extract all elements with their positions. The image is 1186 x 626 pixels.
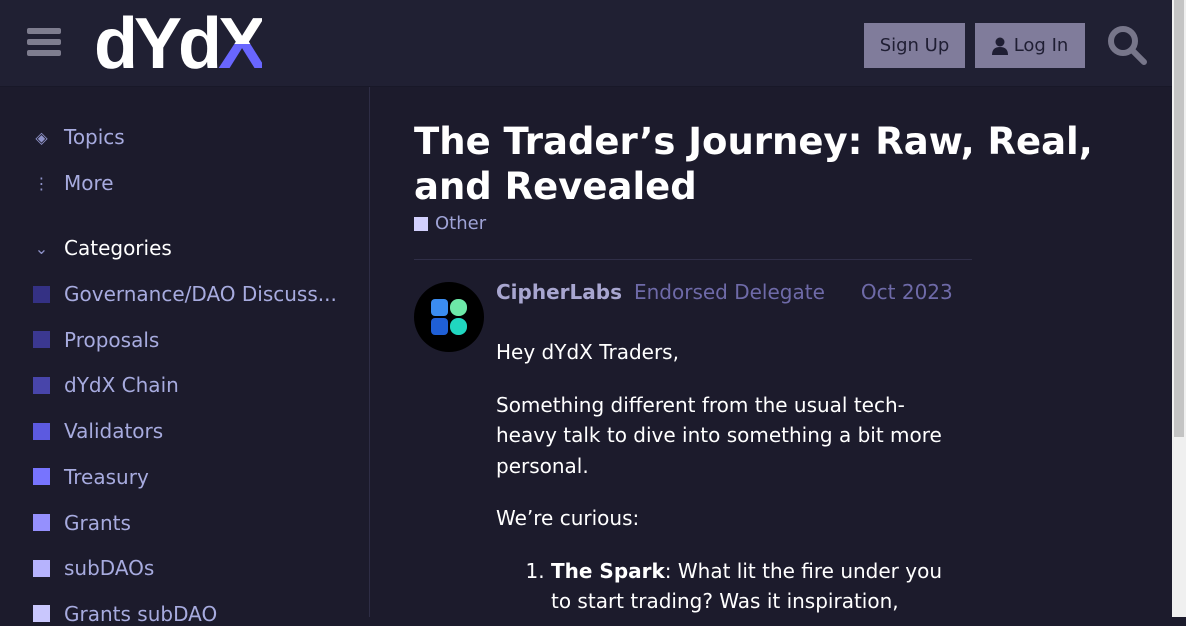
list-item-heading: The Spark [551,558,665,583]
category-label: Treasury [64,464,149,489]
topics-label: Topics [64,125,125,149]
sidebar-category-item[interactable]: Validators [33,419,163,443]
category-badge[interactable]: Other [414,213,486,234]
post-username[interactable]: CipherLabs [496,280,622,304]
sidebar: ◈ Topics ⋮ More ⌄ Categories Governance/DAO… [0,87,370,626]
sidebar-category-item[interactable]: Grants [33,511,131,535]
category-color-square [33,376,50,394]
chevron-down-icon: ⌄ [34,238,49,258]
category-color-square [33,285,50,303]
category-color-square [33,422,50,440]
sidebar-category-item[interactable]: Governance/DAO Discuss... [33,282,337,306]
divider [414,259,972,260]
layers-icon: ◈ [35,127,48,147]
log-in-button[interactable]: Log In [975,23,1085,68]
avatar[interactable] [414,282,484,352]
sidebar-category-item[interactable]: Grants subDAO [33,602,217,626]
category-label: Validators [64,419,164,444]
post-greeting: Hey dYdX Traders, [496,340,679,364]
sign-up-button[interactable]: Sign Up [864,23,965,68]
post-date[interactable]: Oct 2023 [861,280,953,304]
category-color-square [33,331,50,349]
category-color-square [33,605,50,623]
list-item: The Spark: What lit the fire under you t… [551,556,956,617]
sidebar-category-item[interactable]: subDAOs [33,556,154,580]
sidebar-category-item[interactable]: dYdX Chain [33,373,179,397]
category-label: subDAOs [64,556,155,581]
post-curious: We’re curious: [496,506,640,530]
scrollbar-thumb[interactable] [1174,0,1184,437]
category-label: Other [435,213,487,234]
sidebar-category-item[interactable]: Proposals [33,328,159,352]
category-color-square [33,468,50,486]
post-intro: Something different from the usual tech-… [496,392,942,478]
cipherlabs-logo-icon [431,299,467,335]
user-title: Endorsed Delegate [633,280,825,304]
category-color-square [414,216,428,231]
search-icon[interactable] [1106,24,1148,66]
sidebar-item-topics[interactable]: ◈ Topics [33,125,125,149]
hamburger-menu-icon[interactable] [27,28,61,58]
dydx-logo[interactable]: dYdX [94,8,266,80]
topic-title: The Trader’s Journey: Raw, Real, and Rev… [414,120,1093,208]
category-label: Proposals [64,327,160,352]
sidebar-category-item[interactable]: Treasury [33,465,149,489]
post-body: Hey dYdX Traders, Something different fr… [496,337,956,617]
sign-up-label: Sign Up [879,35,950,56]
more-label: More [64,171,114,195]
site-header: dYdX Sign Up Log In [0,0,1172,87]
category-label: Governance/DAO Discuss... [64,282,337,306]
category-label: dYdX Chain [64,373,179,398]
question-list: The Spark: What lit the fire under you t… [496,556,956,617]
category-label: Grants [64,510,131,535]
category-color-square [33,514,50,531]
post-meta: CipherLabs Endorsed Delegate Oct 2023 [496,280,953,304]
categories-toggle[interactable]: ⌄ Categories [33,236,172,260]
category-label: Grants subDAO [64,601,218,626]
vertical-ellipsis-icon: ⋮ [33,173,50,193]
log-in-label: Log In [1013,35,1069,56]
sidebar-item-more[interactable]: ⋮ More [33,171,114,195]
categories-label: Categories [64,236,172,260]
category-color-square [33,559,50,577]
user-icon [991,37,1008,55]
